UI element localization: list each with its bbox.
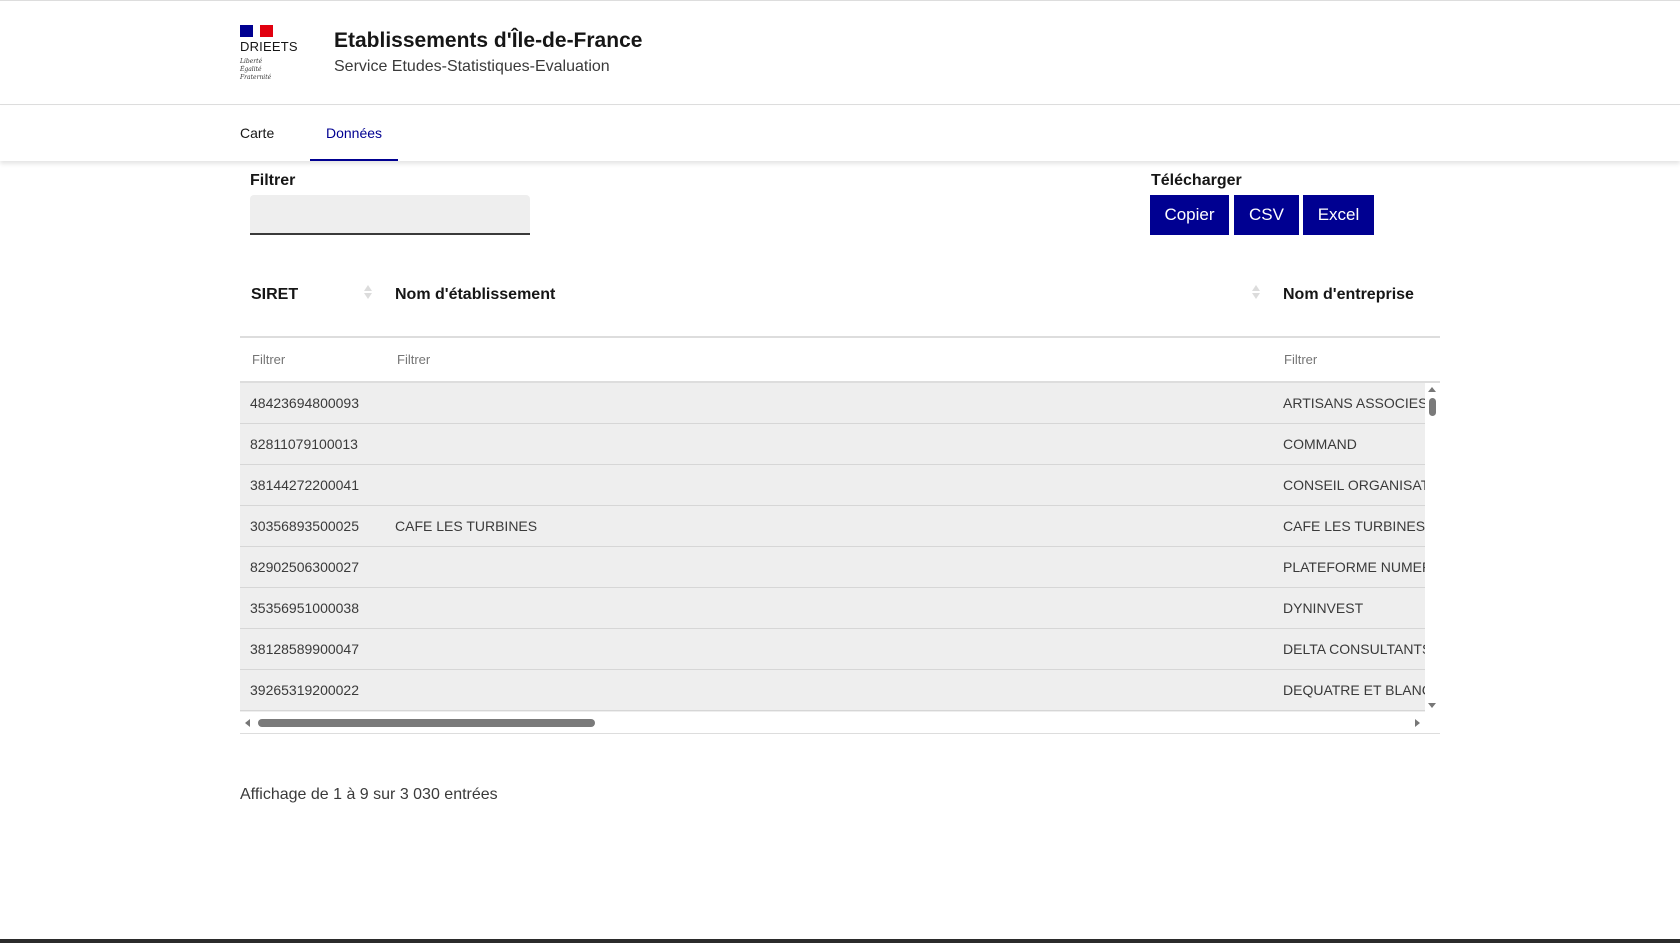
cell-nom-etablissement (395, 465, 1255, 505)
cell-nom-etablissement (395, 629, 1255, 669)
copy-button[interactable]: Copier (1150, 195, 1229, 235)
table-row[interactable]: 35356951000038 DYNINVEST (240, 588, 1440, 629)
scroll-left-icon[interactable] (245, 719, 250, 727)
table-header: SIRET Nom d'établissement Nom d'entrepri… (240, 258, 1440, 338)
cell-siret: 39265319200022 (250, 682, 360, 698)
cell-nom-entreprise: CONSEIL ORGANISAT (1283, 477, 1425, 493)
cell-siret: 82902506300027 (250, 559, 360, 575)
cell-siret: 35356951000038 (250, 600, 360, 616)
column-header-siret[interactable]: SIRET (251, 258, 298, 338)
global-filter-input[interactable] (250, 195, 530, 235)
nom-etablissement-filter-input[interactable] (385, 338, 1265, 381)
sort-icon[interactable] (364, 285, 372, 301)
site-title[interactable]: Etablissements d'Île-de-France (334, 29, 642, 53)
table-row[interactable]: 38128589900047 DELTA CONSULTANTS (240, 629, 1440, 670)
sort-icon[interactable] (1252, 285, 1260, 301)
column-header-nom-entreprise[interactable]: Nom d'entreprise (1283, 258, 1414, 338)
scroll-down-icon[interactable] (1428, 703, 1436, 708)
cell-nom-entreprise: DYNINVEST (1283, 600, 1364, 616)
bottom-bar (0, 939, 1680, 943)
horizontal-scrollbar[interactable] (240, 712, 1440, 734)
table-row[interactable]: 82902506300027 PLATEFORME NUMER (240, 547, 1440, 588)
cell-nom-etablissement (395, 588, 1255, 628)
cell-nom-entreprise: PLATEFORME NUMER (1283, 559, 1425, 575)
cell-nom-etablissement (395, 670, 1255, 710)
table-row[interactable]: 30356893500025 CAFE LES TURBINES CAFE LE… (240, 506, 1440, 547)
logo-motto: Liberté Égalité Fraternité (240, 58, 272, 81)
cell-siret: 30356893500025 (250, 518, 360, 534)
logo-text: DRIEETS (240, 39, 298, 54)
download-label: Télécharger (1151, 172, 1242, 189)
table-body[interactable]: 48423694800093 ARTISANS ASSOCIES 8281107… (240, 383, 1440, 712)
tab-donnees[interactable]: Données (310, 106, 398, 161)
filter-label: Filtrer (250, 172, 296, 189)
csv-button[interactable]: CSV (1234, 195, 1299, 235)
cell-nom-etablissement (395, 547, 1255, 587)
tab-carte[interactable]: Carte (240, 106, 280, 161)
cell-siret: 38144272200041 (250, 477, 360, 493)
french-flag-icon (240, 25, 273, 37)
table-row[interactable]: 39265319200022 DEQUATRE ET BLANC (240, 670, 1440, 711)
table-info: Affichage de 1 à 9 sur 3 030 entrées (240, 786, 498, 803)
data-table: SIRET Nom d'établissement Nom d'entrepri… (240, 258, 1440, 734)
excel-button[interactable]: Excel (1303, 195, 1374, 235)
table-row[interactable]: 38144272200041 CONSEIL ORGANISAT (240, 465, 1440, 506)
cell-nom-etablissement (395, 383, 1255, 423)
column-header-nom-etablissement[interactable]: Nom d'établissement (395, 258, 555, 338)
main-nav: Carte Données (0, 106, 1680, 161)
cell-nom-entreprise: DEQUATRE ET BLANC (1283, 682, 1425, 698)
cell-nom-etablissement: CAFE LES TURBINES (395, 518, 538, 534)
cell-nom-entreprise: CAFE LES TURBINES (1283, 518, 1425, 534)
table-row[interactable]: 48423694800093 ARTISANS ASSOCIES (240, 383, 1440, 424)
siret-filter-input[interactable] (240, 338, 380, 381)
cell-nom-entreprise: DELTA CONSULTANTS (1283, 641, 1425, 657)
scroll-right-icon[interactable] (1415, 719, 1420, 727)
table-row[interactable]: 82811079100013 COMMAND (240, 424, 1440, 465)
horizontal-scroll-thumb[interactable] (258, 719, 595, 727)
drieets-logo[interactable]: DRIEETS Liberté Égalité Fraternité (240, 25, 306, 85)
site-subtitle: Service Etudes-Statistiques-Evaluation (334, 58, 610, 75)
scroll-up-icon[interactable] (1428, 387, 1436, 392)
cell-siret: 48423694800093 (250, 395, 360, 411)
vertical-scroll-thumb[interactable] (1429, 398, 1436, 416)
site-header: DRIEETS Liberté Égalité Fraternité Etabl… (0, 1, 1680, 105)
cell-nom-etablissement (395, 424, 1255, 464)
cell-siret: 38128589900047 (250, 641, 360, 657)
column-filter-row (240, 338, 1440, 383)
cell-nom-entreprise: COMMAND (1283, 436, 1357, 452)
cell-nom-entreprise: ARTISANS ASSOCIES (1283, 395, 1425, 411)
cell-siret: 82811079100013 (250, 436, 358, 452)
vertical-scrollbar[interactable] (1425, 383, 1440, 712)
nom-entreprise-filter-input[interactable] (1272, 338, 1440, 381)
